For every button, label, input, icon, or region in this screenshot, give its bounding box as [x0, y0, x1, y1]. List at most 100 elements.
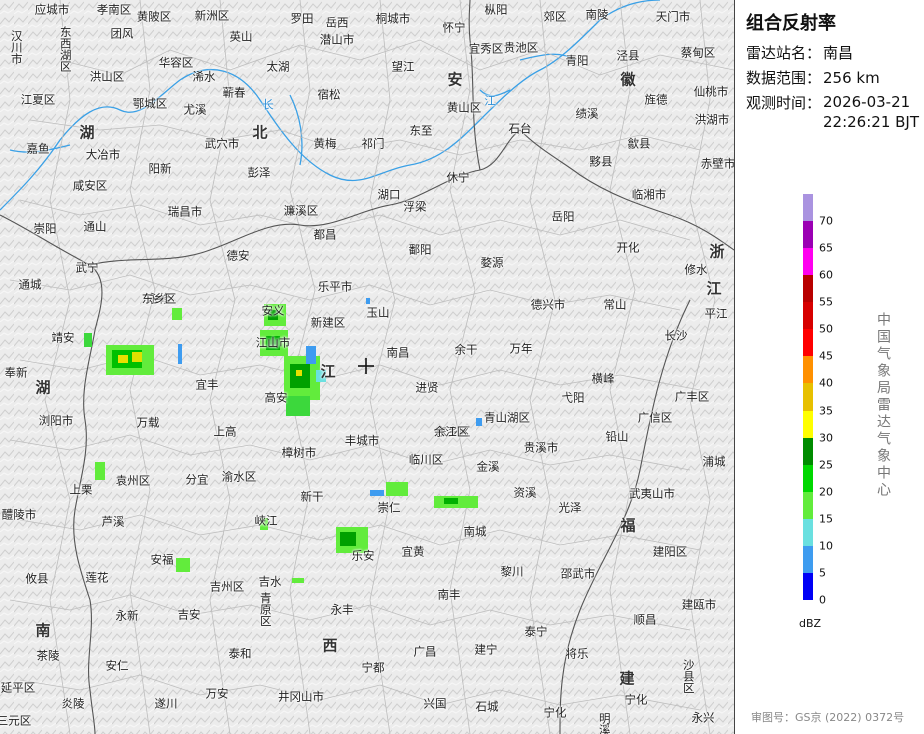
place-label: 上栗 [69, 482, 93, 497]
place-label: 祁门 [361, 136, 385, 151]
place-label: 渝水区 [221, 469, 257, 484]
place-label: 南陵 [585, 7, 609, 22]
place-label: 东西湖区 [58, 26, 73, 72]
legend-label-15: 15 [819, 512, 833, 526]
place-label: 宜黄 [401, 544, 425, 559]
legend-swatch-35 [803, 383, 813, 411]
place-label: 分宜 [185, 472, 209, 487]
place-label: 广昌 [413, 644, 437, 659]
range-value: 256 km [823, 69, 880, 87]
place-label: 孝南区 [96, 2, 132, 17]
place-label: 延平区 [0, 680, 36, 695]
legend-label-65: 65 [819, 241, 833, 255]
place-label: 华容区 [158, 55, 194, 70]
info-panel: 组合反射率 雷达站名： 南昌 数据范围： 256 km 观测时间： 2026-03-… [734, 0, 924, 734]
place-label: 宜秀区 [468, 41, 504, 56]
province-label-hubei-1: 湖 [79, 123, 95, 142]
place-label: 贵溪市 [523, 440, 559, 455]
place-label: 吉州区 [209, 579, 245, 594]
place-label: 枞阳 [484, 2, 508, 17]
place-label: 上高 [213, 424, 237, 439]
place-label: 袁州区 [115, 473, 151, 488]
place-label: 旌德 [644, 92, 668, 107]
place-label: 南昌 [386, 345, 410, 360]
place-label: 黄陂区 [136, 9, 172, 24]
place-label: 宁化 [624, 692, 648, 707]
place-label: 怀宁 [442, 20, 466, 35]
place-label: 宜丰 [195, 377, 219, 392]
place-label: 玉山 [366, 305, 390, 320]
place-label: 建阳区 [652, 544, 688, 559]
place-label: 沙县区 [681, 658, 696, 694]
place-label: 攸县 [25, 571, 49, 586]
range-row: 数据范围： 256 km [746, 67, 880, 88]
place-label: 尤溪 [183, 102, 207, 117]
place-label: 南城 [463, 524, 487, 539]
place-label: 崇阳 [33, 221, 57, 236]
province-label-zhejiang-2: 江 [706, 279, 722, 298]
place-label: 横峰 [591, 371, 615, 386]
place-label: 开化 [616, 240, 640, 255]
place-label: 建宁 [474, 642, 498, 657]
place-label: 泰和 [228, 646, 252, 661]
legend-swatch-70 [803, 194, 813, 222]
place-label: 高安 [264, 390, 288, 405]
province-label-anhui-2: 徽 [620, 70, 636, 89]
place-label: 余干 [454, 342, 478, 357]
place-label: 新干 [300, 489, 324, 504]
place-label: 南丰 [437, 587, 461, 602]
place-label: 濂溪区 [283, 203, 319, 218]
place-label: 峡江 [254, 513, 278, 528]
place-label: 武宁 [75, 260, 99, 275]
place-label: 平江 [704, 306, 728, 321]
river-label-2: 江 [484, 93, 496, 108]
province-label-jiangxi-2: 西 [322, 636, 338, 655]
time-value: 2026-03-21 22:26:21 BJT [823, 92, 919, 132]
place-label: 湖口 [377, 187, 401, 202]
province-label-anhui-1: 安 [447, 70, 463, 89]
place-label: 泾县 [616, 48, 640, 63]
place-label: 常山 [603, 297, 627, 312]
place-label: 望江 [391, 59, 415, 74]
legend-swatch-65 [803, 221, 813, 249]
place-label: 邵武市 [560, 566, 596, 581]
place-label: 罗田 [290, 11, 314, 26]
river-label-1: 长 [262, 97, 274, 112]
legend-swatch-30 [803, 410, 813, 438]
place-label: 万载 [136, 415, 160, 430]
place-label: 瑞昌市 [167, 204, 203, 219]
place-label: 明溪 [597, 712, 612, 734]
place-label: 铅山 [605, 429, 629, 444]
legend-swatch-10 [803, 518, 813, 546]
station-value: 南昌 [823, 44, 854, 62]
place-label: 三元区 [0, 713, 32, 728]
place-label: 青阳 [565, 53, 589, 68]
province-label-hunan-2: 南 [35, 621, 51, 640]
time-key: 观测时间： [746, 94, 822, 112]
place-label: 乐平市 [317, 279, 353, 294]
place-label: 浦城 [702, 454, 726, 469]
place-label: 应城市 [34, 2, 70, 17]
place-label: 嘉鱼 [26, 141, 50, 156]
place-label: 大冶市 [85, 147, 121, 162]
legend-label-55: 55 [819, 295, 833, 309]
place-label: 安福 [150, 552, 174, 567]
radar-map[interactable]: 湖 北 安 徽 浙 江 湖 南 江 西 福 建 长 江 应城市 孝南区 黄陂区 新洲区… [0, 0, 734, 734]
place-label: 黎川 [500, 564, 524, 579]
place-label: 东至 [409, 123, 433, 138]
legend-label-70: 70 [819, 214, 833, 228]
place-label: 都昌 [313, 227, 337, 242]
place-label: 新洲区 [194, 8, 230, 23]
place-label: 歙县 [627, 136, 651, 151]
legend-swatch-25 [803, 437, 813, 465]
place-label: 修水 [684, 262, 708, 277]
range-key: 数据范围： [746, 69, 822, 87]
legend-swatch-45 [803, 329, 813, 357]
radar-view: 湖 北 安 徽 浙 江 湖 南 江 西 福 建 长 江 应城市 孝南区 黄陂区 新洲区… [0, 0, 924, 734]
place-label: 阳新 [148, 161, 172, 176]
place-label: 茶陵 [36, 648, 60, 663]
place-label: 将乐 [565, 646, 589, 661]
place-label: 青原区 [258, 591, 273, 627]
place-label: 江夏区 [20, 92, 56, 107]
place-label: 莲花 [85, 570, 109, 585]
